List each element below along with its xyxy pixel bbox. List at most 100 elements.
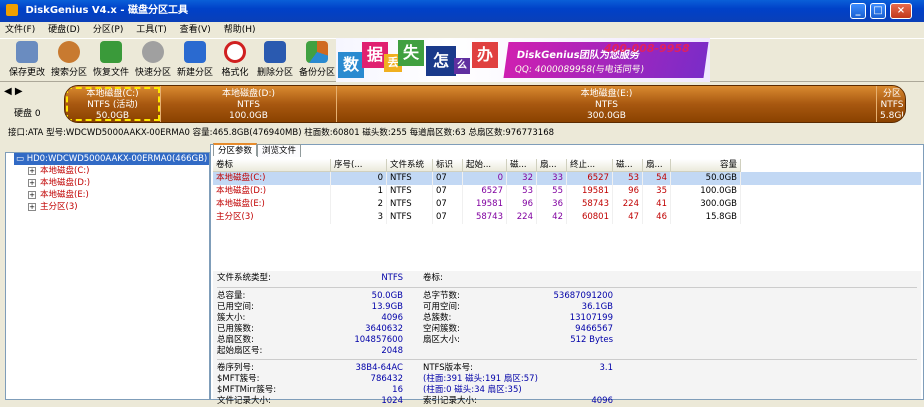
detail-label: NTFS版本号: xyxy=(423,363,474,373)
quick-partition-icon xyxy=(142,41,164,63)
detail-value: 53687091200 xyxy=(553,291,614,301)
maximize-button[interactable]: □ xyxy=(870,3,886,19)
partition-block-d[interactable]: 本地磁盘(D:) NTFS 100.0GB xyxy=(161,86,337,122)
disk-map-area: ◀ ▶ 硬盘 0 本地磁盘(C:) NTFS (活动) 50.0GB 本地磁盘(… xyxy=(0,82,924,126)
save-icon xyxy=(16,41,38,63)
qq-text: QQ: 4000089958(与电话同号) xyxy=(513,65,645,75)
detail-label: 空闲簇数: xyxy=(423,324,460,334)
detail-label: 索引记录大小: xyxy=(423,396,477,406)
menu-view[interactable]: 查看(V) xyxy=(175,22,216,38)
partition-block-3[interactable]: 分区 NTFS 5.8GI xyxy=(877,86,905,122)
table-header: 卷标 序号(... 文件系统 标识 起始... 磁... 扇... 终止... … xyxy=(213,159,921,172)
expand-icon[interactable]: + xyxy=(28,203,36,211)
title-bar: DiskGenius V4.x - 磁盘分区工具 _ □ × xyxy=(0,0,924,22)
tree-item-c[interactable]: + 本地磁盘(C:) xyxy=(6,165,209,177)
detail-label: (柱面:0 磁头:34 扇区:35) xyxy=(423,385,522,395)
detail-value: 9466567 xyxy=(575,324,613,334)
table-row[interactable]: 本地磁盘(D:) 1 NTFS 07 6527 53 55 19581 96 3… xyxy=(213,185,921,198)
tree-item-e[interactable]: + 本地磁盘(E:) xyxy=(6,189,209,201)
detail-label: (柱面:391 磁头:191 扇区:57) xyxy=(423,374,538,384)
detail-value: 36.1GB xyxy=(581,302,613,312)
search-partition-button[interactable]: 搜索分区 xyxy=(48,41,90,78)
expand-icon[interactable]: + xyxy=(28,179,36,187)
detail-label: 文件记录大小: xyxy=(217,396,271,406)
fs-type-value: NTFS xyxy=(381,273,403,283)
partition-block-e[interactable]: 本地磁盘(E:) NTFS 300.0GB xyxy=(337,86,877,122)
disk-info-line: 接口:ATA 型号:WDCWD5000AAKX-00ERMA0 容量:465.8… xyxy=(8,128,555,138)
banner-char: 办 xyxy=(472,42,498,68)
menu-tools[interactable]: 工具(T) xyxy=(131,22,172,38)
tree-item-d[interactable]: + 本地磁盘(D:) xyxy=(6,177,209,189)
detail-label: 总容量: xyxy=(217,291,246,301)
detail-label: 已用簇数: xyxy=(217,324,254,334)
detail-value: 4096 xyxy=(591,396,613,406)
format-button[interactable]: 格式化 xyxy=(214,41,256,78)
table-row[interactable]: 本地磁盘(C:) 0 NTFS 07 0 32 33 6527 53 54 50… xyxy=(213,172,921,185)
volume-label-label: 卷标: xyxy=(423,273,443,283)
detail-value: 13.9GB xyxy=(371,302,403,312)
detail-value: 13107199 xyxy=(569,313,613,323)
partition-panel: 分区参数 浏览文件 卷标 序号(... 文件系统 标识 起始... 磁... 扇.… xyxy=(210,143,924,406)
backup-partition-button[interactable]: 备份分区 xyxy=(296,41,338,78)
menu-help[interactable]: 帮助(H) xyxy=(219,22,261,38)
disk-tree: ▭ HD0:WDCWD5000AAKX-00ERMA0(466GB) + 本地磁盘… xyxy=(5,152,210,400)
detail-value: 50.0GB xyxy=(371,291,403,301)
minimize-button[interactable]: _ xyxy=(850,3,866,19)
disk-icon: ▭ xyxy=(16,154,27,164)
detail-label: 已用空间: xyxy=(217,302,254,312)
menu-partition[interactable]: 分区(P) xyxy=(88,22,128,38)
partition-table: 卷标 序号(... 文件系统 标识 起始... 磁... 扇... 终止... … xyxy=(213,159,921,224)
recover-icon xyxy=(100,41,122,63)
detail-label: 总扇区数: xyxy=(217,335,254,345)
detail-label: 可用空间: xyxy=(423,302,460,312)
detail-value: 3.1 xyxy=(599,363,613,373)
close-button[interactable]: × xyxy=(890,3,912,19)
detail-value: 38B4-64AC xyxy=(355,363,403,373)
banner-char: 失 xyxy=(398,40,424,66)
detail-label: 簇大小: xyxy=(217,313,246,323)
detail-value: 2048 xyxy=(381,346,403,356)
detail-value: 16 xyxy=(392,385,403,395)
tab-browse-files[interactable]: 浏览文件 xyxy=(257,144,302,157)
table-row[interactable]: 主分区(3) 3 NTFS 07 58743 224 42 60801 47 4… xyxy=(213,211,921,224)
ad-banner[interactable]: 数 据 丢 失 怎 么 办 DiskGenius团队为您服务 QQ: 40000… xyxy=(336,38,710,82)
tab-strip: 分区参数 浏览文件 xyxy=(213,143,302,157)
expand-icon[interactable]: + xyxy=(28,167,36,175)
banner-char: 么 xyxy=(454,58,470,74)
tree-item-3[interactable]: + 主分区(3) xyxy=(6,201,209,213)
phone-text: 400-008-9958 xyxy=(604,42,690,55)
table-row[interactable]: 本地磁盘(E:) 2 NTFS 07 19581 96 36 58743 224… xyxy=(213,198,921,211)
detail-label: $MFT簇号: xyxy=(217,374,260,384)
disk-nav-arrows[interactable]: ◀ ▶ xyxy=(4,86,23,97)
divider xyxy=(217,287,917,288)
menu-bar: 文件(F) 硬盘(D) 分区(P) 工具(T) 查看(V) 帮助(H) xyxy=(0,22,924,38)
disk-label: 硬盘 0 xyxy=(14,109,41,119)
partition-details: 文件系统类型: NTFS 卷标: 总容量: 50.0GB 已用空间: 13.9GB 簇大… xyxy=(213,271,921,406)
quick-partition-button[interactable]: 快速分区 xyxy=(132,41,174,78)
window-title: DiskGenius V4.x - 磁盘分区工具 xyxy=(25,5,188,16)
tree-root-disk[interactable]: ▭ HD0:WDCWD5000AAKX-00ERMA0(466GB) xyxy=(14,153,209,165)
recover-files-button[interactable]: 恢复文件 xyxy=(90,41,132,78)
delete-partition-button[interactable]: 删除分区 xyxy=(254,41,296,78)
save-changes-button[interactable]: 保存更改 xyxy=(6,41,48,78)
format-icon xyxy=(224,41,246,63)
delete-partition-icon xyxy=(264,41,286,63)
divider xyxy=(217,359,917,360)
menu-file[interactable]: 文件(F) xyxy=(0,22,40,38)
expand-icon[interactable]: + xyxy=(28,191,36,199)
partition-block-c[interactable]: 本地磁盘(C:) NTFS (活动) 50.0GB xyxy=(65,86,161,122)
app-logo-icon xyxy=(6,4,18,16)
detail-value: 3640632 xyxy=(365,324,403,334)
tab-partition-params[interactable]: 分区参数 xyxy=(213,143,258,156)
disk-partition-bar: 本地磁盘(C:) NTFS (活动) 50.0GB 本地磁盘(D:) NTFS … xyxy=(64,85,906,123)
detail-value: 4096 xyxy=(381,313,403,323)
detail-value: 104857600 xyxy=(354,335,403,345)
search-icon xyxy=(58,41,80,63)
detail-label: $MFTMirr簇号: xyxy=(217,385,277,395)
banner-char: 数 xyxy=(338,52,364,78)
new-partition-button[interactable]: 新建分区 xyxy=(174,41,216,78)
detail-value: 1024 xyxy=(381,396,403,406)
detail-label: 卷序列号: xyxy=(217,363,254,373)
fs-type-label: 文件系统类型: xyxy=(217,273,271,283)
menu-disk[interactable]: 硬盘(D) xyxy=(43,22,85,38)
